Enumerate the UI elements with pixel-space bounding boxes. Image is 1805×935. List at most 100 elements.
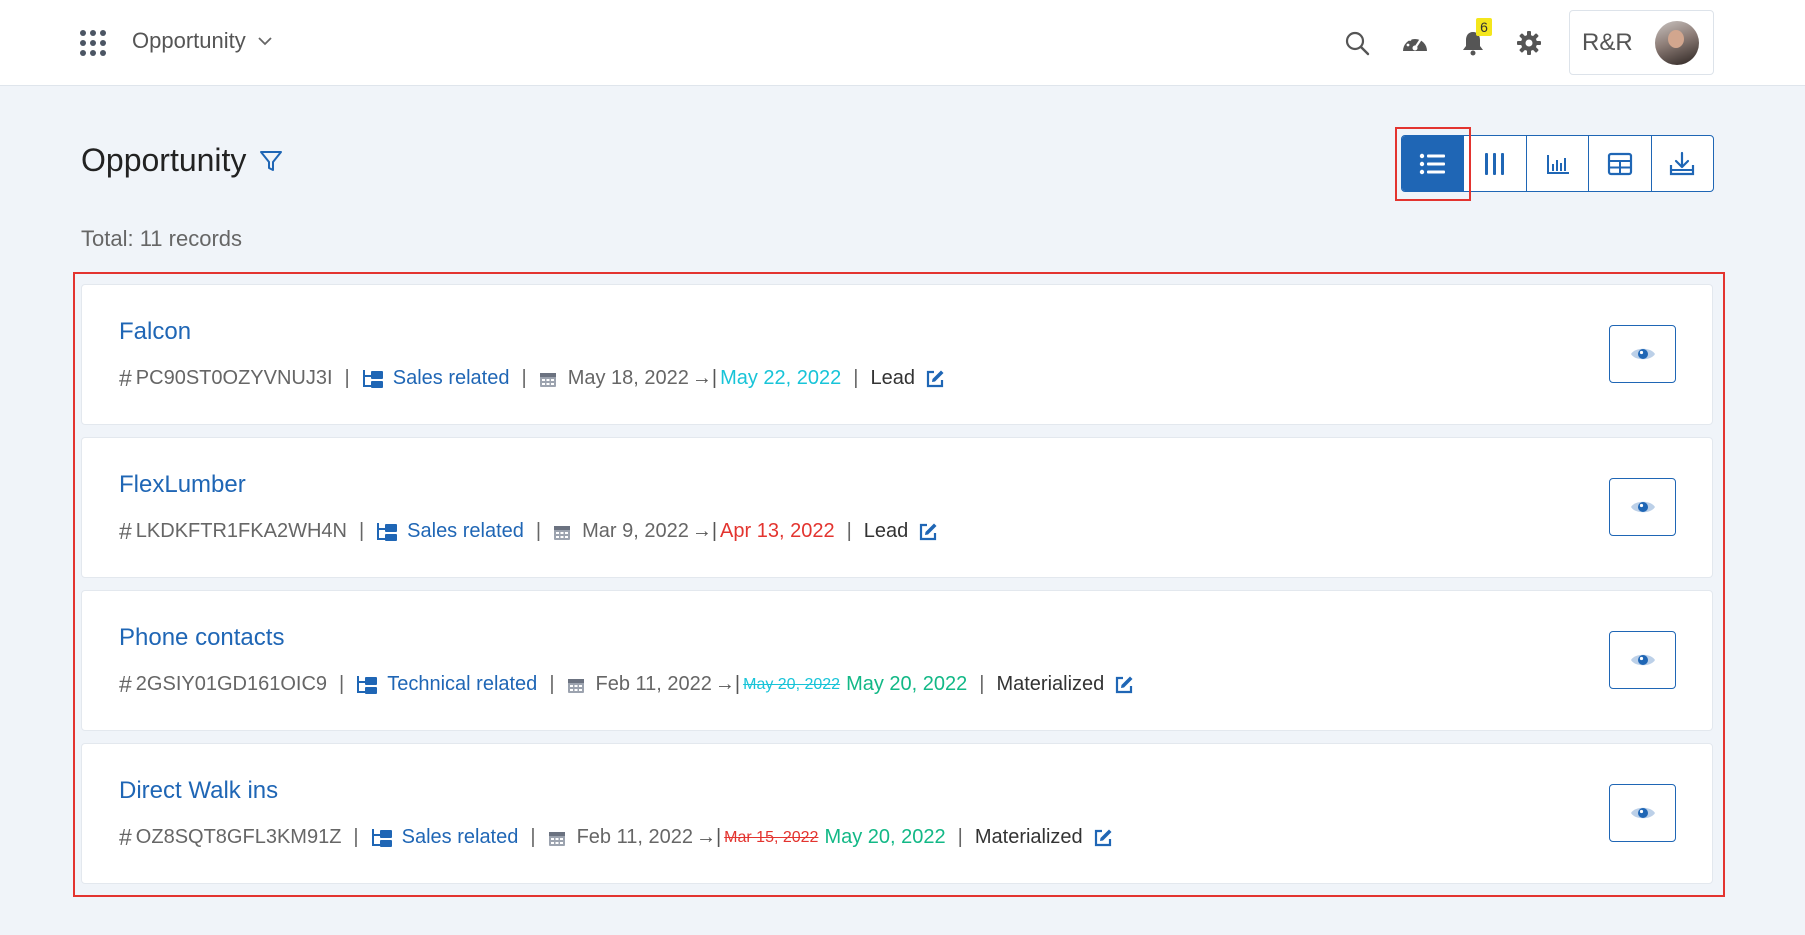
view-record-button[interactable] <box>1609 631 1676 689</box>
record-title[interactable]: Phone contacts <box>119 624 284 652</box>
hash-icon: # <box>119 518 132 544</box>
edit-icon[interactable] <box>918 522 938 542</box>
separator: | <box>535 520 542 542</box>
record-code: PC90ST0OZYVNUJ3I <box>135 367 333 389</box>
notification-badge: 6 <box>1476 18 1492 36</box>
separator: | <box>521 367 527 389</box>
eye-icon <box>1630 807 1655 819</box>
separator: | <box>549 673 555 695</box>
edit-icon[interactable] <box>1114 675 1134 695</box>
record-category[interactable]: Sales related <box>407 520 524 543</box>
record-start-date: Mar 9, 2022 <box>582 520 689 542</box>
arrow-to-end-icon: →| <box>695 826 722 848</box>
record-end-date: May 20, 2022 <box>846 673 968 695</box>
category-tree-icon <box>371 828 392 847</box>
separator: | <box>957 826 963 848</box>
eye-icon <box>1630 348 1655 360</box>
total-records: Total: 11 records <box>81 226 243 251</box>
download-tray-icon <box>1670 151 1695 175</box>
record-card: Falcon # PC90ST0OZYVNUJ3I | Sales relate… <box>81 284 1713 425</box>
record-code: LKDKFTR1FKA2WH4N <box>135 520 347 542</box>
category-tree-icon <box>362 369 383 388</box>
record-end-date: Apr 13, 2022 <box>720 520 835 542</box>
export-view-button[interactable] <box>1652 136 1713 191</box>
user-menu[interactable]: R&R <box>1569 10 1714 75</box>
record-old-end-date: Mar 15, 2022 <box>724 828 819 846</box>
page-title-row: Opportunity <box>81 142 284 179</box>
record-category[interactable]: Sales related <box>402 826 519 849</box>
record-status: Lead <box>863 520 909 542</box>
record-code: 2GSIY01GD161OIC9 <box>135 673 328 695</box>
record-category[interactable]: Technical related <box>387 673 537 696</box>
record-code: OZ8SQT8GFL3KM91Z <box>135 826 342 848</box>
arrow-to-end-icon: →| <box>714 673 741 695</box>
record-title[interactable]: Direct Walk ins <box>119 777 278 805</box>
chevron-down-icon <box>258 37 272 46</box>
avatar <box>1655 20 1699 65</box>
record-start-date: Feb 11, 2022 <box>576 826 693 848</box>
record-start-date: May 18, 2022 <box>567 367 689 389</box>
separator: | <box>853 367 859 389</box>
view-record-button[interactable] <box>1609 325 1676 383</box>
calendar-icon <box>567 676 585 694</box>
category-tree-icon <box>377 522 398 541</box>
record-card: FlexLumber # LKDKFTR1FKA2WH4N | Sales re… <box>81 437 1713 578</box>
notification-bell-icon[interactable]: 6 <box>1458 18 1492 58</box>
chart-view-button[interactable] <box>1527 136 1590 191</box>
separator: | <box>353 826 359 848</box>
eye-icon <box>1630 501 1655 513</box>
user-initials: R&R <box>1582 28 1633 56</box>
record-card: Direct Walk ins # OZ8SQT8GFL3KM91Z | Sal… <box>81 743 1713 884</box>
separator: | <box>344 367 350 389</box>
list-view-button[interactable] <box>1402 136 1465 191</box>
separator: | <box>530 826 536 848</box>
record-title[interactable]: Falcon <box>119 318 191 346</box>
apps-grid-icon[interactable] <box>80 30 106 56</box>
edit-icon[interactable] <box>1093 828 1113 848</box>
separator: | <box>846 520 852 542</box>
record-status: Materialized <box>974 826 1083 848</box>
kanban-view-button[interactable] <box>1464 136 1527 191</box>
page-title: Opportunity <box>81 142 247 178</box>
filter-icon[interactable] <box>258 148 284 174</box>
calendar-icon <box>553 523 571 541</box>
calendar-icon <box>548 829 566 847</box>
edit-icon[interactable] <box>925 369 945 389</box>
view-record-button[interactable] <box>1609 784 1676 842</box>
dashboard-gauge-icon[interactable] <box>1400 28 1430 58</box>
eye-icon <box>1630 654 1655 666</box>
arrow-to-end-icon: →| <box>691 367 718 389</box>
top-navbar: Opportunity 6 R&R <box>0 0 1805 86</box>
settings-gear-icon[interactable] <box>1514 28 1544 58</box>
bar-chart-icon <box>1546 154 1569 174</box>
arrow-to-end-icon: →| <box>691 520 718 542</box>
record-meta: # 2GSIY01GD161OIC9 | Technical related |… <box>119 671 1134 698</box>
module-dropdown-label: Opportunity <box>132 28 246 53</box>
record-meta: # LKDKFTR1FKA2WH4N | Sales related | Mar… <box>119 518 938 545</box>
record-meta: # PC90ST0OZYVNUJ3I | Sales related | May… <box>119 365 945 392</box>
record-category[interactable]: Sales related <box>393 367 510 390</box>
separator: | <box>358 520 365 542</box>
record-old-end-date: May 20, 2022 <box>743 675 841 693</box>
record-meta: # OZ8SQT8GFL3KM91Z | Sales related | Feb… <box>119 824 1113 851</box>
hash-icon: # <box>119 671 132 697</box>
record-card: Phone contacts # 2GSIY01GD161OIC9 | Tech… <box>81 590 1713 731</box>
record-end-date: May 22, 2022 <box>720 367 842 389</box>
kanban-columns-icon <box>1485 152 1505 175</box>
record-status: Lead <box>870 367 916 389</box>
hash-icon: # <box>119 365 132 391</box>
search-icon[interactable] <box>1342 28 1372 58</box>
record-end-date: May 20, 2022 <box>824 826 946 848</box>
calendar-icon <box>539 370 557 388</box>
record-start-date: Feb 11, 2022 <box>595 673 712 695</box>
table-icon <box>1607 152 1633 175</box>
table-view-button[interactable] <box>1589 136 1652 191</box>
separator: | <box>339 673 345 695</box>
view-switcher <box>1401 135 1714 192</box>
list-icon <box>1419 153 1445 174</box>
hash-icon: # <box>119 824 132 850</box>
separator: | <box>979 673 985 695</box>
module-dropdown[interactable]: Opportunity <box>132 28 274 54</box>
record-title[interactable]: FlexLumber <box>119 471 246 499</box>
view-record-button[interactable] <box>1609 478 1676 536</box>
